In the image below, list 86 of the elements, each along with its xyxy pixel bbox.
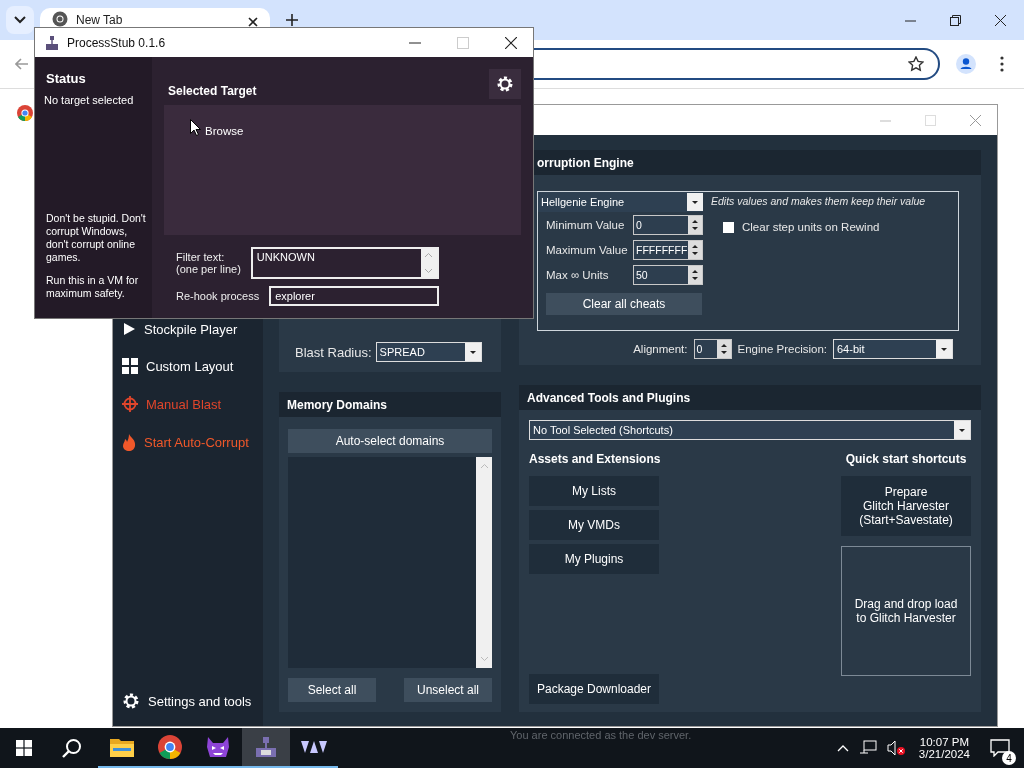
sidebar-item[interactable]: Start Auto-Corrupt (113, 423, 263, 461)
number-field[interactable]: FFFFFFFF (633, 239, 703, 260)
close-icon[interactable] (248, 17, 258, 27)
auto-select-button[interactable]: Auto-select domains (288, 429, 492, 453)
number-field[interactable]: 50 (633, 264, 703, 285)
section-title: Quick start shortcuts (844, 452, 968, 466)
tab-search-button[interactable] (6, 6, 34, 34)
sidebar-item[interactable]: Custom Layout (113, 347, 263, 385)
blast-radius-dropdown[interactable]: SPREAD (375, 342, 482, 362)
crosshair-icon (122, 396, 138, 412)
clear-cheats-button[interactable]: Clear all cheats (546, 293, 702, 315)
section-title: Selected Target (167, 84, 257, 98)
start-icon[interactable] (16, 740, 32, 756)
window-title: ProcessStub 0.1.6 (67, 35, 166, 50)
sidebar-item[interactable]: Stockpile Player (113, 319, 263, 339)
asset-button[interactable]: My Lists (529, 476, 659, 506)
browser-tab[interactable]: New Tab (40, 8, 270, 27)
alignment-label: Alignment: (633, 343, 688, 355)
triangles-icon (301, 739, 327, 755)
package-downloader-button[interactable]: Package Downloader (529, 674, 659, 704)
status-title: Status (46, 71, 87, 86)
sidebar-item[interactable]: Manual Blast (113, 385, 263, 423)
spin-arrows-icon[interactable] (688, 265, 702, 284)
clock[interactable]: 10:07 PM 3/21/2024 (916, 736, 980, 760)
spin-arrows-icon[interactable] (688, 215, 702, 234)
back-arrow-icon[interactable] (15, 58, 29, 70)
drop-zone[interactable]: Drag and drop load to Glitch Harvester (841, 546, 971, 676)
spin-arrows-icon[interactable] (716, 340, 731, 358)
blast-radius-label: Blast Radius: (295, 344, 372, 360)
gear-icon (122, 692, 140, 710)
rehook-label: Re-hook process (176, 290, 260, 302)
tool-dropdown[interactable]: No Tool Selected (Shortcuts) (529, 420, 971, 440)
close-icon[interactable] (995, 14, 1006, 26)
field-label: Maximum Value (546, 243, 628, 256)
warning-text: Run this in a VM for maximum safety. (46, 274, 140, 300)
field-label: Minimum Value (546, 218, 625, 231)
notification-badge: 4 (1002, 751, 1016, 765)
menu-icon[interactable] (1000, 56, 1004, 72)
spin-arrows-icon[interactable] (688, 240, 702, 259)
settings-button[interactable]: Settings and tools (113, 682, 263, 720)
engine-dropdown[interactable]: Hellgenie Engine (538, 192, 703, 212)
grid-icon (122, 358, 138, 374)
monster-icon (205, 735, 231, 759)
settings-button[interactable] (489, 69, 521, 99)
precision-dropdown[interactable]: 64-bit (833, 339, 953, 359)
process-field[interactable]: explorer (269, 286, 440, 306)
play-icon (122, 322, 136, 336)
asset-button[interactable]: My Plugins (529, 544, 659, 574)
restore-icon[interactable] (950, 14, 961, 26)
unselect-all-button[interactable]: Unselect all (404, 678, 492, 702)
section-title: Assets and Extensions (529, 452, 659, 466)
number-field[interactable]: 0 (633, 214, 703, 235)
star-icon[interactable] (908, 56, 924, 72)
gear-icon (496, 75, 514, 93)
muted-speaker-icon[interactable] (886, 740, 907, 756)
new-tab-icon[interactable] (286, 14, 298, 26)
taskbar-app[interactable] (242, 728, 290, 768)
status-text: No target selected (44, 94, 135, 106)
chevron-up-icon[interactable] (836, 744, 849, 752)
select-all-button[interactable]: Select all (288, 678, 376, 702)
alignment-field[interactable]: 0 (693, 339, 732, 359)
network-icon[interactable] (858, 740, 877, 756)
prepare-button[interactable]: Prepare Glitch Harvester (Start+Savestate) (841, 476, 971, 536)
engine-description: Edits values and makes them keep their value (711, 195, 927, 207)
filter-label: Filter text: (one per line) (176, 251, 241, 275)
profile-icon[interactable] (956, 54, 976, 74)
search-icon[interactable] (62, 738, 82, 758)
caret-icon[interactable] (464, 343, 481, 361)
panel-header: Memory Domains (279, 392, 501, 417)
chevron-down-icon (14, 16, 26, 24)
flame-icon (122, 433, 136, 451)
asset-button[interactable]: My VMDs (529, 510, 659, 540)
precision-label: Engine Precision: (737, 343, 827, 355)
browse-button[interactable]: Browse (205, 125, 244, 137)
checkbox[interactable]: Clear step units on Rewind (723, 221, 958, 233)
status-text: You are connected as the dev server. (509, 728, 693, 741)
cursor-icon (190, 119, 201, 136)
warning-text: Don't be stupid. Don't corrupt Windows, don't corrupt online games. (46, 212, 146, 264)
address-bar[interactable] (534, 48, 940, 80)
folder-icon (110, 737, 134, 757)
app-icon (45, 35, 59, 50)
app-icon (255, 737, 277, 757)
close-icon[interactable] (505, 36, 517, 49)
domain-list[interactable] (288, 457, 492, 668)
field-label: Max ∞ Units (546, 268, 609, 281)
panel-header: Advanced Tools and Plugins (519, 385, 981, 410)
